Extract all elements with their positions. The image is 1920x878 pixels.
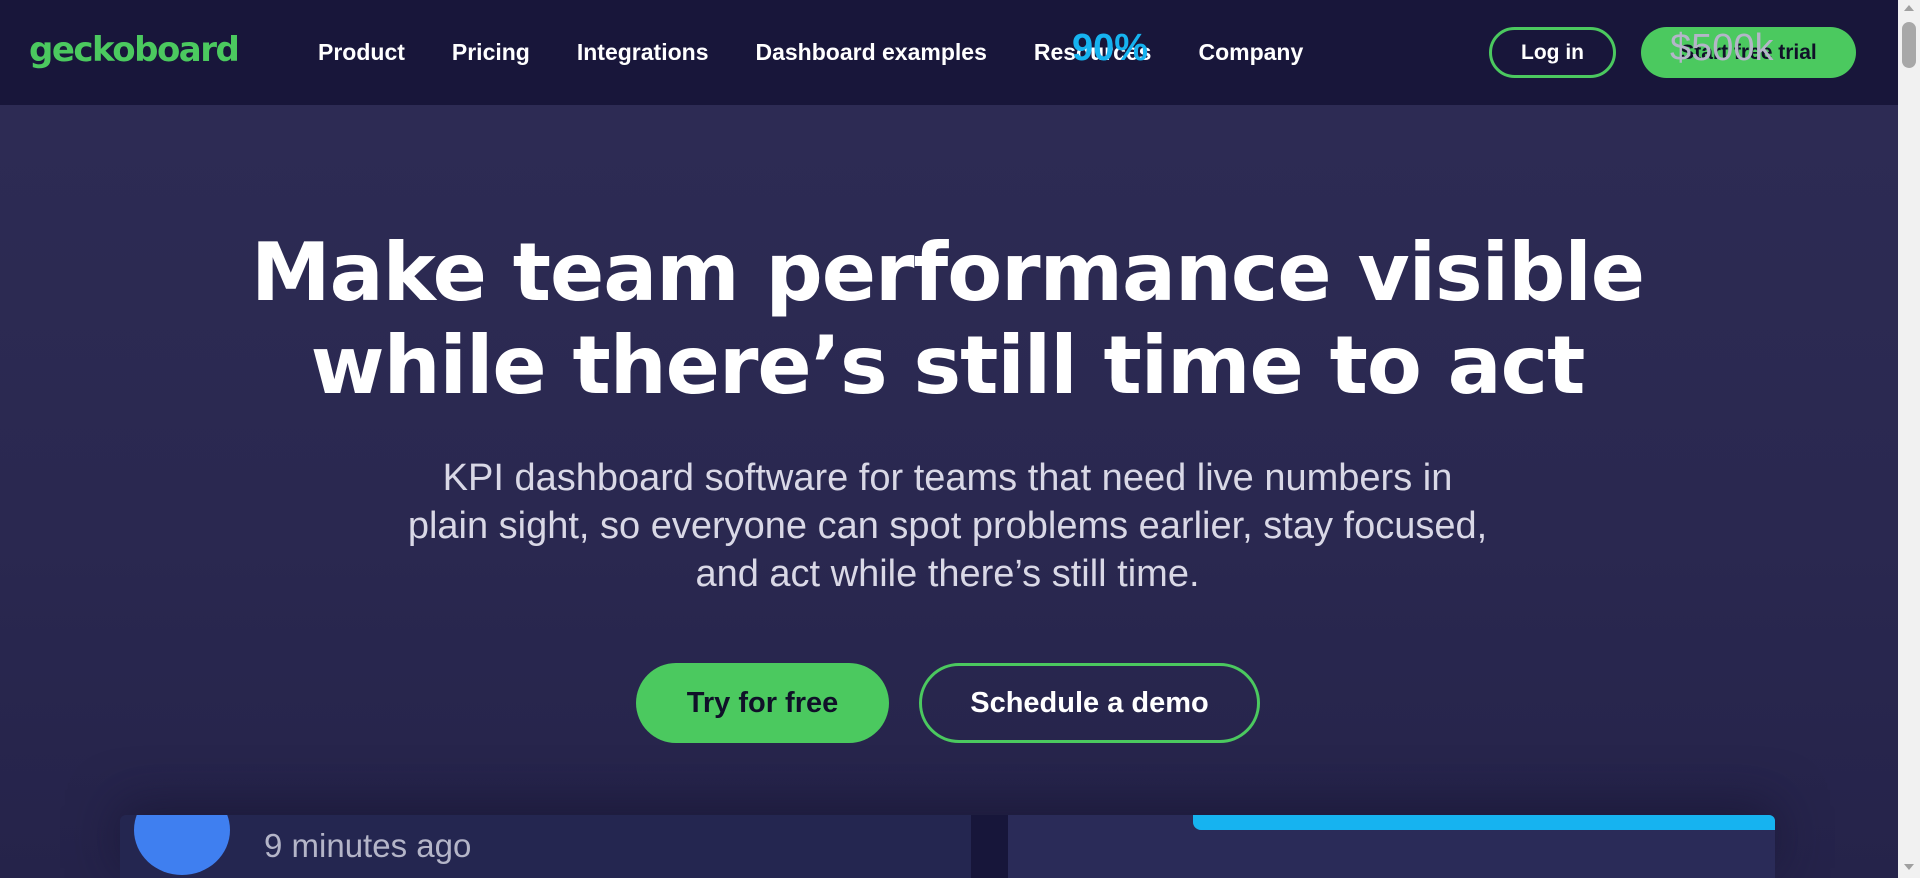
page-scrollbar[interactable] — [1898, 0, 1920, 878]
hero-subtitle: KPI dashboard software for teams that ne… — [320, 454, 1575, 598]
scrollbar-thumb[interactable] — [1902, 22, 1916, 68]
hero-title-line2: while there’s still time to act — [310, 319, 1586, 412]
scroll-down-arrow-icon[interactable] — [1904, 864, 1914, 870]
avatar — [134, 815, 230, 875]
dashboard-divider — [971, 815, 1008, 878]
schedule-demo-button[interactable]: Schedule a demo — [919, 663, 1260, 743]
dashboard-goal-widget — [1008, 815, 1775, 878]
hero-title-line1: Make team performance visible — [250, 226, 1645, 319]
geckoboard-logo[interactable]: geckoboard — [29, 30, 240, 70]
hero-subtitle-line1: KPI dashboard software for teams that ne… — [442, 457, 1453, 499]
nav-link-dashboard-examples[interactable]: Dashboard examples — [755, 39, 986, 66]
goal-target-amount: $500k — [1670, 27, 1774, 69]
dashboard-preview: 9 minutes ago — [120, 815, 1775, 878]
hero-subtitle-line3: and act while there’s still time. — [695, 553, 1200, 595]
scroll-up-arrow-icon[interactable] — [1904, 5, 1914, 11]
goal-progress-fill — [1193, 815, 1775, 830]
activity-time-ago: 9 minutes ago — [264, 827, 472, 864]
top-nav: geckoboard Product Pricing Integrations … — [0, 0, 1898, 105]
page: geckoboard Product Pricing Integrations … — [0, 0, 1920, 878]
hero-subtitle-line2: plain sight, so everyone can spot proble… — [407, 505, 1488, 547]
dashboard-activity-widget: 9 minutes ago — [120, 815, 971, 878]
nav-links: Product Pricing Integrations Dashboard e… — [318, 0, 1350, 105]
nav-link-product[interactable]: Product — [318, 39, 405, 66]
nav-link-company[interactable]: Company — [1198, 39, 1303, 66]
hero-title: Make team performance visible while ther… — [150, 226, 1745, 412]
goal-progress-track — [1193, 815, 1775, 830]
nav-link-pricing[interactable]: Pricing — [452, 39, 530, 66]
goal-progress-percent: 90% — [1072, 27, 1149, 69]
nav-link-integrations[interactable]: Integrations — [577, 39, 709, 66]
login-button[interactable]: Log in — [1489, 27, 1616, 78]
try-for-free-button[interactable]: Try for free — [636, 663, 889, 743]
